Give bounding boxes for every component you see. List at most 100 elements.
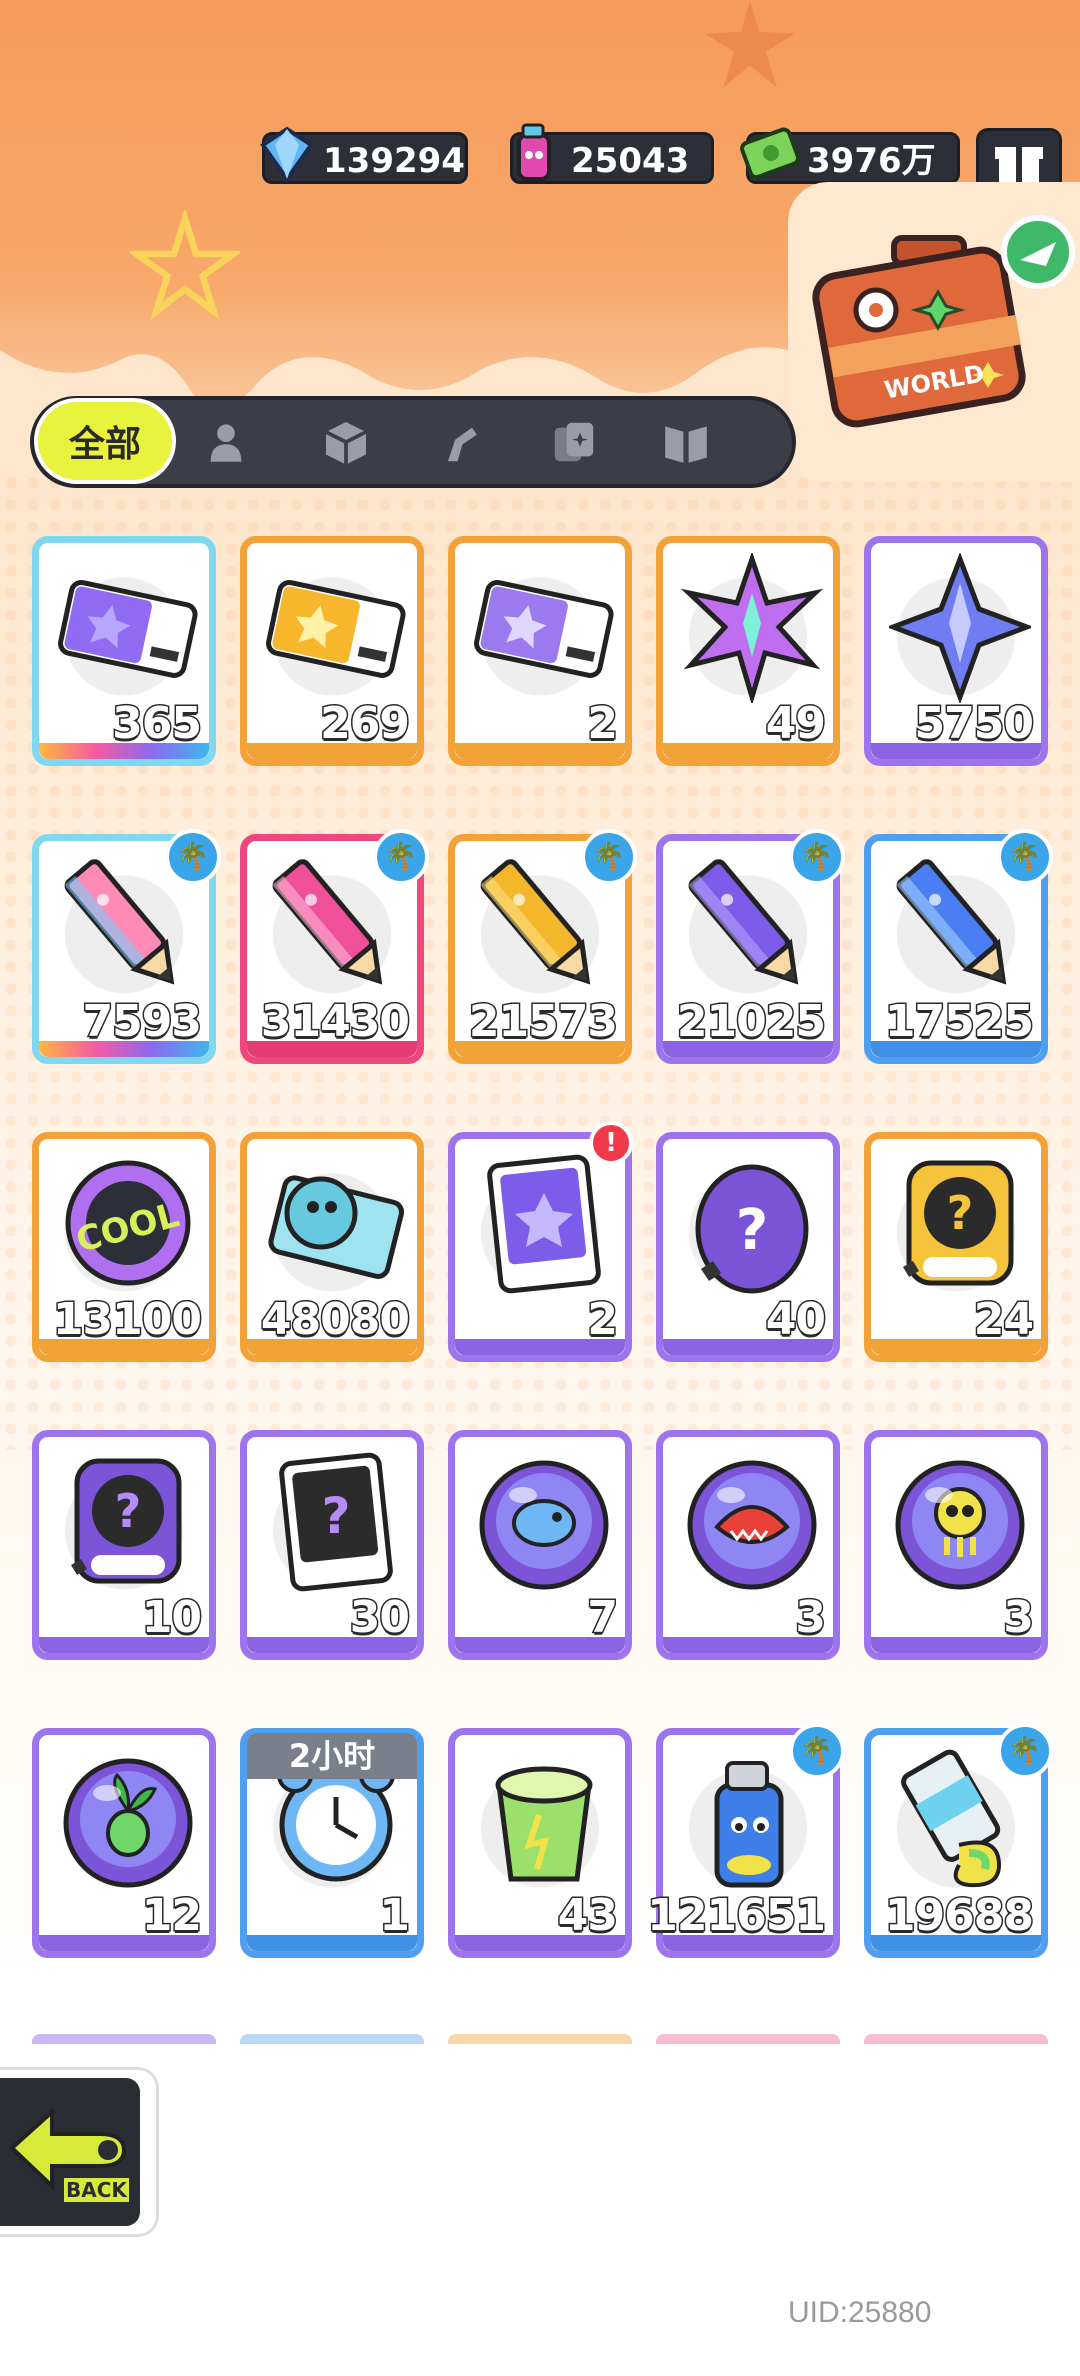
item-card-alarm-clock[interactable]: 1 2小时 [240, 1728, 424, 1958]
tab-items[interactable] [306, 400, 386, 484]
item-card-blue-star[interactable]: 5750 [864, 536, 1048, 766]
tab-all-label: 全部 [68, 424, 141, 465]
user-id-label: UID:25880 [788, 2296, 932, 2329]
item-count: 49 [764, 697, 827, 751]
palm-tree-badge-icon: 🌴 [581, 829, 637, 885]
spray-counter[interactable]: 25043 [510, 123, 714, 184]
tab-all[interactable]: 全部 [34, 398, 176, 484]
item-card-open-cup[interactable]: 43 [448, 1728, 632, 1958]
svg-text:?: ? [947, 1186, 974, 1240]
item-card-purple-ticket[interactable]: 365 [32, 536, 216, 766]
item-count: 5750 [913, 697, 1035, 751]
item-card-travel-mystery-card[interactable]: ? 30 [240, 1430, 424, 1660]
item-card-season-ticket[interactable]: 48080 [240, 1132, 424, 1362]
season-ticket-icon [268, 1175, 405, 1279]
purple-ticket-icon [58, 580, 198, 678]
fish-pet-orb-icon [479, 1460, 609, 1590]
item-count: 365 [111, 697, 204, 751]
svg-text:?: ? [736, 1198, 768, 1263]
item-card-purple-pencil[interactable]: 21025 🌴 [656, 829, 845, 1064]
tab-character[interactable] [186, 400, 266, 484]
mystery-egg-icon: ? [695, 1164, 809, 1294]
tab-spray[interactable] [420, 400, 500, 484]
cards-icon [554, 422, 594, 462]
item-card-blue-pencil[interactable]: 17525 🌴 [864, 829, 1053, 1064]
svg-text:?: ? [115, 1484, 142, 1538]
item-card-shark-pet-orb[interactable]: 3 [656, 1430, 840, 1660]
item-timer: 2小时 [247, 1733, 417, 1779]
palm-tree-badge-icon: 🌴 [997, 1723, 1053, 1779]
palm-tree-badge-icon: 🌴 [373, 829, 429, 885]
item-card-rainbow-pencil[interactable]: 7593 🌴 [32, 829, 221, 1064]
item-card-cool-badge[interactable]: COOL 13100 [32, 1132, 216, 1362]
diamond-value: 139294 [323, 141, 465, 181]
blue-star-icon [889, 553, 1031, 703]
cool-badge-icon: COOL [65, 1160, 191, 1286]
starfish-decoration-icon [705, 0, 795, 88]
item-card-paint-tube[interactable]: 19688 🌴 [864, 1723, 1053, 1958]
tab-book[interactable] [646, 400, 726, 484]
item-card-plant-pet-orb[interactable]: 12 [32, 1728, 216, 1958]
palm-tree-badge-icon: 🌴 [165, 829, 221, 885]
item-card-travel-card[interactable]: 2! [448, 1121, 633, 1362]
deity-mystery-purple-icon: ? [71, 1458, 182, 1584]
spray-value: 25043 [571, 141, 690, 181]
item-count: 1 [378, 1889, 412, 1943]
open-cup-icon [495, 1766, 593, 1882]
item-count: 21025 [675, 995, 827, 1049]
diamond-counter[interactable]: 139294 [260, 126, 468, 184]
item-card-deity-mystery-gold[interactable]: ? 24 [864, 1132, 1048, 1362]
star-doodle-icon [130, 210, 240, 320]
item-card-rainbow-star[interactable]: 49 [656, 536, 840, 766]
cash-counter[interactable]: 3976万 [740, 127, 960, 184]
item-card-fish-pet-orb[interactable]: 7 [448, 1430, 632, 1660]
item-card-yellow-pencil[interactable]: 21573 🌴 [448, 829, 637, 1064]
travel-card-icon [487, 1154, 601, 1294]
item-count: 7 [586, 1591, 620, 1645]
violet-ticket-icon [474, 580, 614, 678]
item-card-violet-ticket[interactable]: 2 [448, 536, 632, 766]
item-card-gold-ticket[interactable]: 269 [240, 536, 424, 766]
item-count: 2 [586, 697, 620, 751]
back-arrow-icon [9, 2107, 127, 2191]
item-count: 3 [1002, 1591, 1036, 1645]
deity-mystery-gold-icon: ? [903, 1160, 1014, 1286]
item-count: 40 [764, 1293, 827, 1347]
item-count: 121651 [646, 1889, 828, 1943]
world-travel-button[interactable]: WORLD [788, 182, 1080, 482]
item-count: 17525 [883, 995, 1035, 1049]
item-count: 43 [556, 1889, 619, 1943]
category-tab-bar: 全部 [30, 396, 796, 488]
back-button-face: BACK [0, 2078, 140, 2226]
back-button[interactable]: BACK [0, 2070, 156, 2234]
spray-gun-icon [448, 427, 477, 462]
item-card-spray-can[interactable]: 121651 🌴 [646, 1723, 845, 1958]
item-count: 24 [972, 1293, 1035, 1347]
rainbow-star-icon [681, 553, 823, 703]
tab-cards[interactable] [534, 400, 614, 484]
item-count: 2 [586, 1293, 620, 1347]
palm-tree-badge-icon: 🌴 [789, 829, 845, 885]
person-icon [210, 424, 242, 462]
item-count: 10 [140, 1591, 203, 1645]
jelly-pet-orb-icon [895, 1460, 1025, 1590]
partial-card [32, 2034, 216, 2044]
item-count: 30 [348, 1591, 411, 1645]
item-count: 21573 [467, 995, 619, 1049]
plant-pet-orb-icon [63, 1758, 193, 1888]
book-icon [665, 426, 707, 463]
partial-card [448, 2034, 632, 2044]
cash-icon [740, 127, 801, 180]
item-count: 3 [794, 1591, 828, 1645]
partial-card [240, 2034, 424, 2044]
suitcase-icon [812, 215, 1075, 428]
item-count: 31430 [259, 995, 411, 1049]
item-card-deity-mystery-purple[interactable]: ? 10 [32, 1430, 216, 1660]
item-count: 19688 [883, 1889, 1035, 1943]
diamond-icon [260, 126, 314, 183]
item-card-mystery-egg[interactable]: ? 40 [656, 1132, 840, 1362]
partial-card [864, 2034, 1048, 2044]
item-card-pink-pencil[interactable]: 31430 🌴 [240, 829, 429, 1064]
svg-text:?: ? [321, 1487, 350, 1545]
item-card-jelly-pet-orb[interactable]: 3 [864, 1430, 1048, 1660]
